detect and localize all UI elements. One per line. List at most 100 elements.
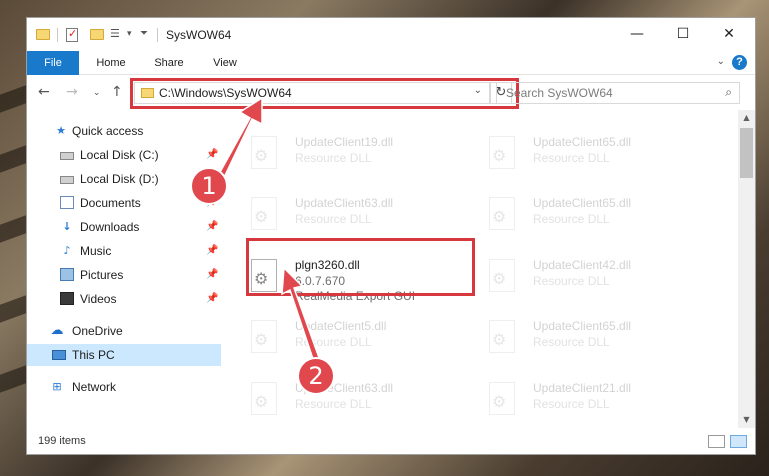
address-highlight-box bbox=[130, 78, 519, 109]
sidebar-item-label: Downloads bbox=[80, 220, 140, 234]
file-type: Resource DLL bbox=[533, 335, 610, 349]
address-row: ← → ⌄ ↑ C:\Windows\SysWOW64 ⌄ ↻ Search S… bbox=[27, 76, 755, 110]
rename-icon[interactable]: ☰ bbox=[110, 27, 120, 43]
sidebar-item-label: Network bbox=[72, 380, 117, 394]
sidebar-item-downloads[interactable]: ↓ Downloads 📌 bbox=[27, 216, 221, 238]
ribbon: File Home Share View ⌄ ? bbox=[27, 51, 755, 75]
up-arrow-icon[interactable]: ↑ bbox=[111, 84, 123, 100]
file-name: UpdateClient65.dll bbox=[533, 319, 632, 333]
file-type: Resource DLL bbox=[295, 335, 372, 349]
dll-file-icon bbox=[489, 382, 515, 415]
search-box[interactable]: Search SysWOW64 ⌕ bbox=[496, 82, 740, 104]
chevron-down-icon[interactable]: ▾ bbox=[127, 29, 132, 45]
pc-icon bbox=[52, 350, 66, 360]
help-icon[interactable]: ? bbox=[732, 55, 747, 70]
dll-file-icon bbox=[489, 320, 515, 353]
file-type: Resource DLL bbox=[533, 151, 610, 165]
search-icon[interactable]: ⌕ bbox=[725, 85, 732, 100]
sidebar-item-label: Local Disk (C:) bbox=[80, 148, 159, 162]
sidebar-item-label: Music bbox=[80, 244, 112, 258]
file-item[interactable]: UpdateClient65.dll Resource DLL bbox=[482, 130, 712, 180]
recent-locations-icon[interactable]: ⌄ bbox=[93, 88, 101, 98]
sidebar-item-this-pc[interactable]: This PC bbox=[27, 344, 221, 366]
pin-icon[interactable]: 📌 bbox=[206, 269, 218, 280]
file-item[interactable]: UpdateClient63.dll Resource DLL bbox=[244, 376, 474, 426]
item-count: 199 items bbox=[38, 435, 86, 447]
documents-icon bbox=[60, 196, 74, 209]
file-name: UpdateClient19.dll bbox=[295, 135, 394, 149]
separator bbox=[57, 28, 58, 42]
file-type: Resource DLL bbox=[533, 212, 610, 226]
tab-view[interactable]: View bbox=[203, 51, 247, 75]
network-icon: ⊞ bbox=[52, 380, 62, 393]
sidebar-item-label: Documents bbox=[80, 196, 141, 210]
sidebar-item-label: This PC bbox=[72, 348, 115, 362]
sidebar-item-videos[interactable]: Videos 📌 bbox=[27, 288, 221, 310]
dll-file-icon bbox=[489, 136, 515, 169]
dll-file-icon bbox=[251, 197, 277, 230]
pin-icon[interactable]: 📌 bbox=[206, 245, 218, 256]
file-name: UpdateClient65.dll bbox=[533, 135, 632, 149]
customize-toolbar-icon[interactable]: ⏷ bbox=[140, 28, 148, 44]
sidebar-item-music[interactable]: ♪ Music 📌 bbox=[27, 240, 221, 262]
file-item[interactable]: UpdateClient65.dll Resource DLL bbox=[482, 191, 712, 241]
drive-icon bbox=[60, 152, 74, 160]
file-item[interactable]: UpdateClient19.dll Resource DLL bbox=[244, 130, 474, 180]
dll-file-icon bbox=[251, 382, 277, 415]
pin-icon[interactable]: 📌 bbox=[206, 149, 218, 160]
drive-icon bbox=[60, 176, 74, 184]
sidebar-item-label: Local Disk (D:) bbox=[80, 172, 159, 186]
sidebar-item-local-disk-c[interactable]: Local Disk (C:) 📌 bbox=[27, 144, 221, 166]
tab-share[interactable]: Share bbox=[145, 51, 193, 75]
sidebar-item-pictures[interactable]: Pictures 📌 bbox=[27, 264, 221, 286]
callout-badge-2: 2 bbox=[297, 357, 335, 395]
close-button[interactable]: ✕ bbox=[706, 18, 752, 51]
file-item[interactable]: UpdateClient42.dll Resource DLL bbox=[482, 253, 712, 303]
tab-file[interactable]: File bbox=[27, 51, 79, 75]
file-item[interactable]: UpdateClient5.dll Resource DLL bbox=[244, 314, 474, 364]
sidebar-item-quick-access[interactable]: ★ Quick access bbox=[27, 120, 221, 142]
file-type: Resource DLL bbox=[533, 274, 610, 288]
pin-icon[interactable]: 📌 bbox=[206, 293, 218, 304]
search-input[interactable]: Search SysWOW64 bbox=[506, 86, 613, 100]
expand-ribbon-icon[interactable]: ⌄ bbox=[717, 56, 725, 67]
file-name: UpdateClient5.dll bbox=[295, 319, 387, 333]
maximize-button[interactable]: ☐ bbox=[660, 18, 706, 51]
file-type: Resource DLL bbox=[295, 151, 372, 165]
new-folder-icon[interactable] bbox=[90, 29, 104, 40]
window-title: SysWOW64 bbox=[166, 28, 232, 42]
file-item[interactable]: UpdateClient63.dll Resource DLL bbox=[244, 191, 474, 241]
sidebar-item-label: Quick access bbox=[72, 124, 144, 138]
scroll-down-icon[interactable]: ▼ bbox=[738, 412, 755, 428]
star-icon: ★ bbox=[56, 124, 66, 137]
back-arrow-icon[interactable]: ← bbox=[38, 84, 50, 100]
vertical-scrollbar[interactable]: ▲ ▼ bbox=[738, 110, 755, 428]
scroll-thumb[interactable] bbox=[740, 128, 753, 178]
sidebar-item-onedrive[interactable]: ☁ OneDrive bbox=[27, 320, 221, 342]
minimize-button[interactable]: — bbox=[614, 18, 660, 51]
cloud-icon: ☁ bbox=[50, 323, 64, 338]
pin-icon[interactable]: 📌 bbox=[206, 221, 218, 232]
sidebar-item-label: OneDrive bbox=[72, 324, 123, 338]
file-name: UpdateClient21.dll bbox=[533, 381, 632, 395]
navigation-pane: ★ Quick access Local Disk (C:) 📌 Local D… bbox=[27, 110, 221, 428]
scroll-up-icon[interactable]: ▲ bbox=[738, 110, 755, 126]
dll-file-icon bbox=[489, 259, 515, 292]
properties-icon[interactable] bbox=[66, 27, 78, 42]
separator bbox=[157, 28, 158, 42]
pictures-icon bbox=[60, 268, 74, 281]
large-icons-view-icon[interactable] bbox=[730, 435, 747, 448]
file-highlight-box bbox=[246, 238, 475, 296]
file-type: Resource DLL bbox=[295, 212, 372, 226]
file-item[interactable]: UpdateClient65.dll Resource DLL bbox=[482, 314, 712, 364]
sidebar-item-network[interactable]: ⊞ Network bbox=[27, 376, 221, 398]
forward-arrow-icon[interactable]: → bbox=[66, 84, 78, 100]
dll-file-icon bbox=[251, 136, 277, 169]
file-item[interactable]: UpdateClient21.dll Resource DLL bbox=[482, 376, 712, 426]
file-explorer-window: ☰ ▾ ⏷ SysWOW64 — ☐ ✕ File Home Share Vie… bbox=[26, 17, 756, 455]
title-bar: ☰ ▾ ⏷ SysWOW64 — ☐ ✕ bbox=[27, 18, 755, 51]
file-type: Resource DLL bbox=[295, 397, 372, 411]
details-view-icon[interactable] bbox=[708, 435, 725, 448]
sidebar-item-label: Pictures bbox=[80, 268, 124, 282]
tab-home[interactable]: Home bbox=[89, 51, 133, 75]
